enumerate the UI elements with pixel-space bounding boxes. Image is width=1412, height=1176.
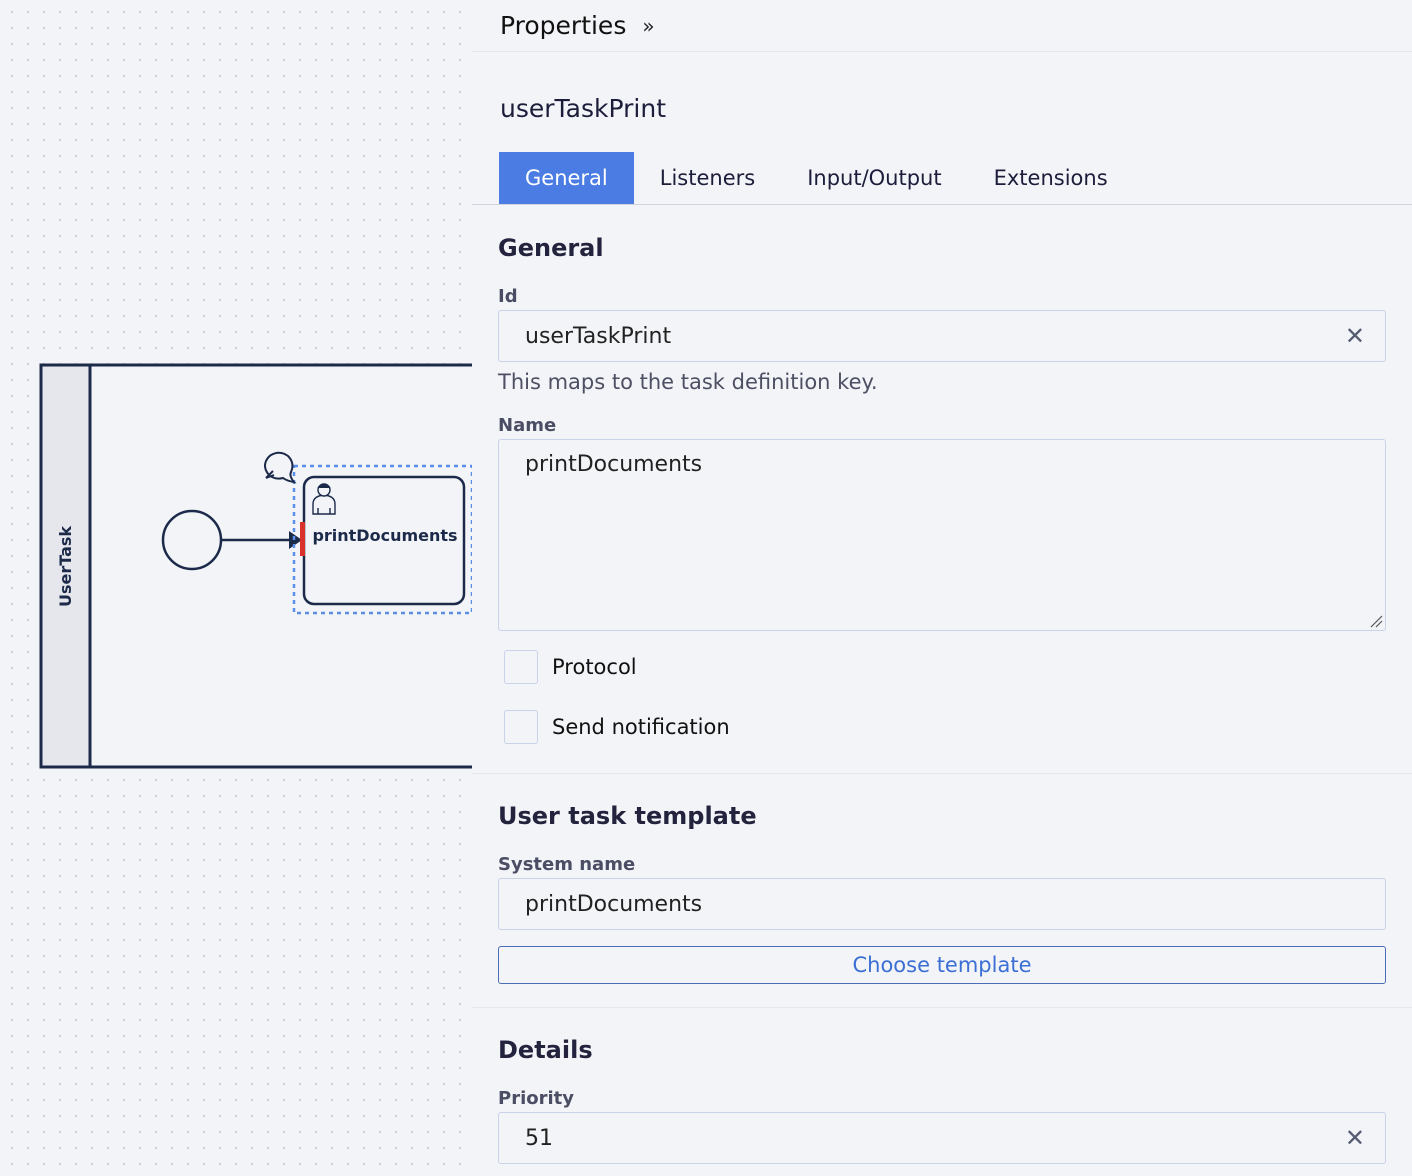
element-name: userTaskPrint [500,94,666,123]
id-field[interactable]: userTaskPrint ✕ [498,310,1386,362]
panel-title: Properties [500,11,627,40]
start-event[interactable] [161,509,223,571]
divider [472,773,1412,774]
priority-label: Priority [498,1088,574,1109]
protocol-checkbox[interactable] [504,650,538,684]
divider [472,1007,1412,1008]
tab-bar: General Listeners Input/Output Extension… [472,152,1412,205]
tab-input-output[interactable]: Input/Output [781,152,967,204]
priority-field[interactable]: 51 ✕ [498,1112,1386,1164]
tab-extensions[interactable]: Extensions [968,152,1134,204]
pool-label: UserTask [44,366,88,766]
section-title-template: User task template [498,802,757,830]
send-notification-row: Send notification [504,710,730,744]
pool-label-text: UserTask [56,525,76,607]
resize-grip-icon[interactable] [1369,614,1383,628]
tab-listeners[interactable]: Listeners [634,152,781,204]
name-field-value: printDocuments [525,452,703,477]
panel-header: Properties » [472,0,1412,52]
double-chevron-right-icon[interactable]: » [642,14,654,38]
diagram-canvas[interactable]: UserTask printDocuments [0,0,472,1176]
comment-icon [264,451,297,484]
choose-template-button[interactable]: Choose template [498,946,1386,984]
system-name-field[interactable]: printDocuments [498,878,1386,930]
clear-id-icon[interactable]: ✕ [1345,322,1365,350]
section-title-general: General [498,234,604,262]
name-field[interactable]: printDocuments [498,439,1386,631]
send-notification-label: Send notification [552,715,730,739]
system-name-label: System name [498,854,636,875]
tab-general[interactable]: General [499,152,634,204]
priority-value: 51 [525,1125,553,1151]
task-label: printDocuments [312,526,458,545]
properties-panel: Properties » userTaskPrint General Liste… [472,0,1412,1176]
protocol-label: Protocol [552,655,637,679]
id-label: Id [498,286,518,307]
id-field-value: userTaskPrint [525,323,672,349]
name-label: Name [498,415,557,436]
clear-priority-icon[interactable]: ✕ [1345,1124,1365,1152]
id-hint: This maps to the task definition key. [498,370,878,394]
send-notification-checkbox[interactable] [504,710,538,744]
protocol-row: Protocol [504,650,637,684]
section-title-details: Details [498,1036,593,1064]
error-marker [300,522,305,556]
system-name-value: printDocuments [525,891,703,917]
